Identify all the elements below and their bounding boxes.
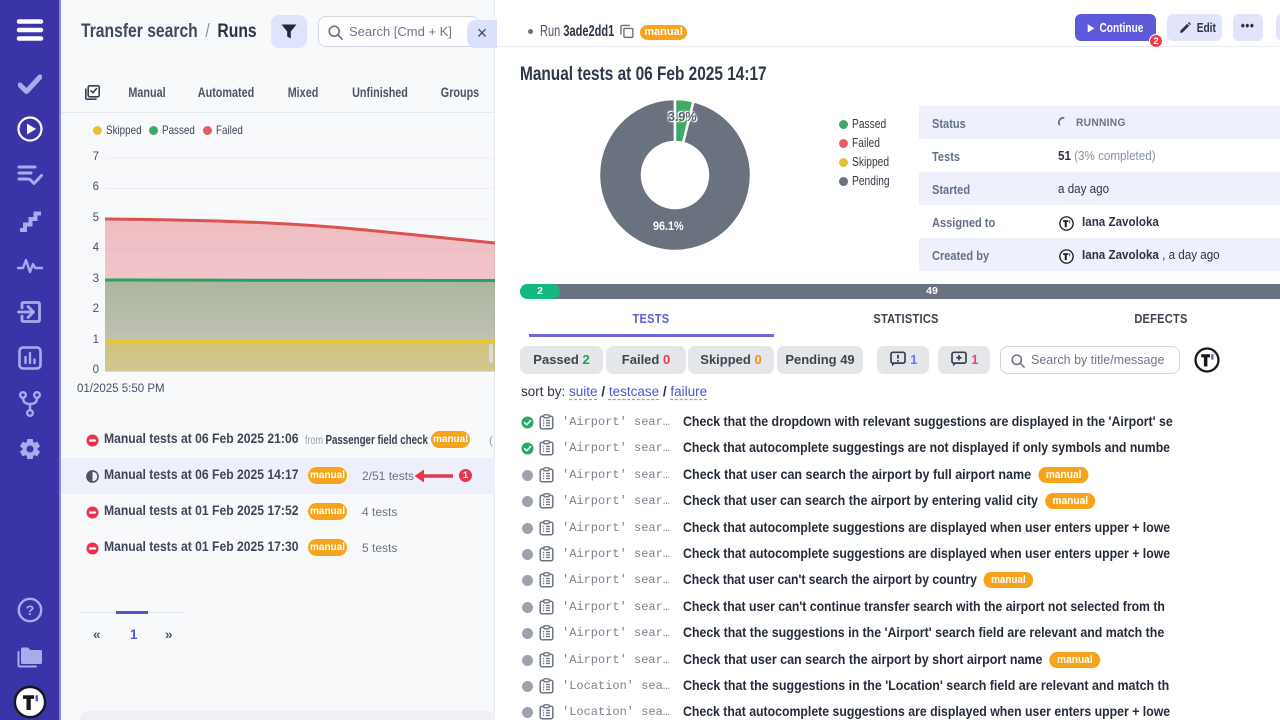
svg-text:?: ? (25, 602, 34, 618)
